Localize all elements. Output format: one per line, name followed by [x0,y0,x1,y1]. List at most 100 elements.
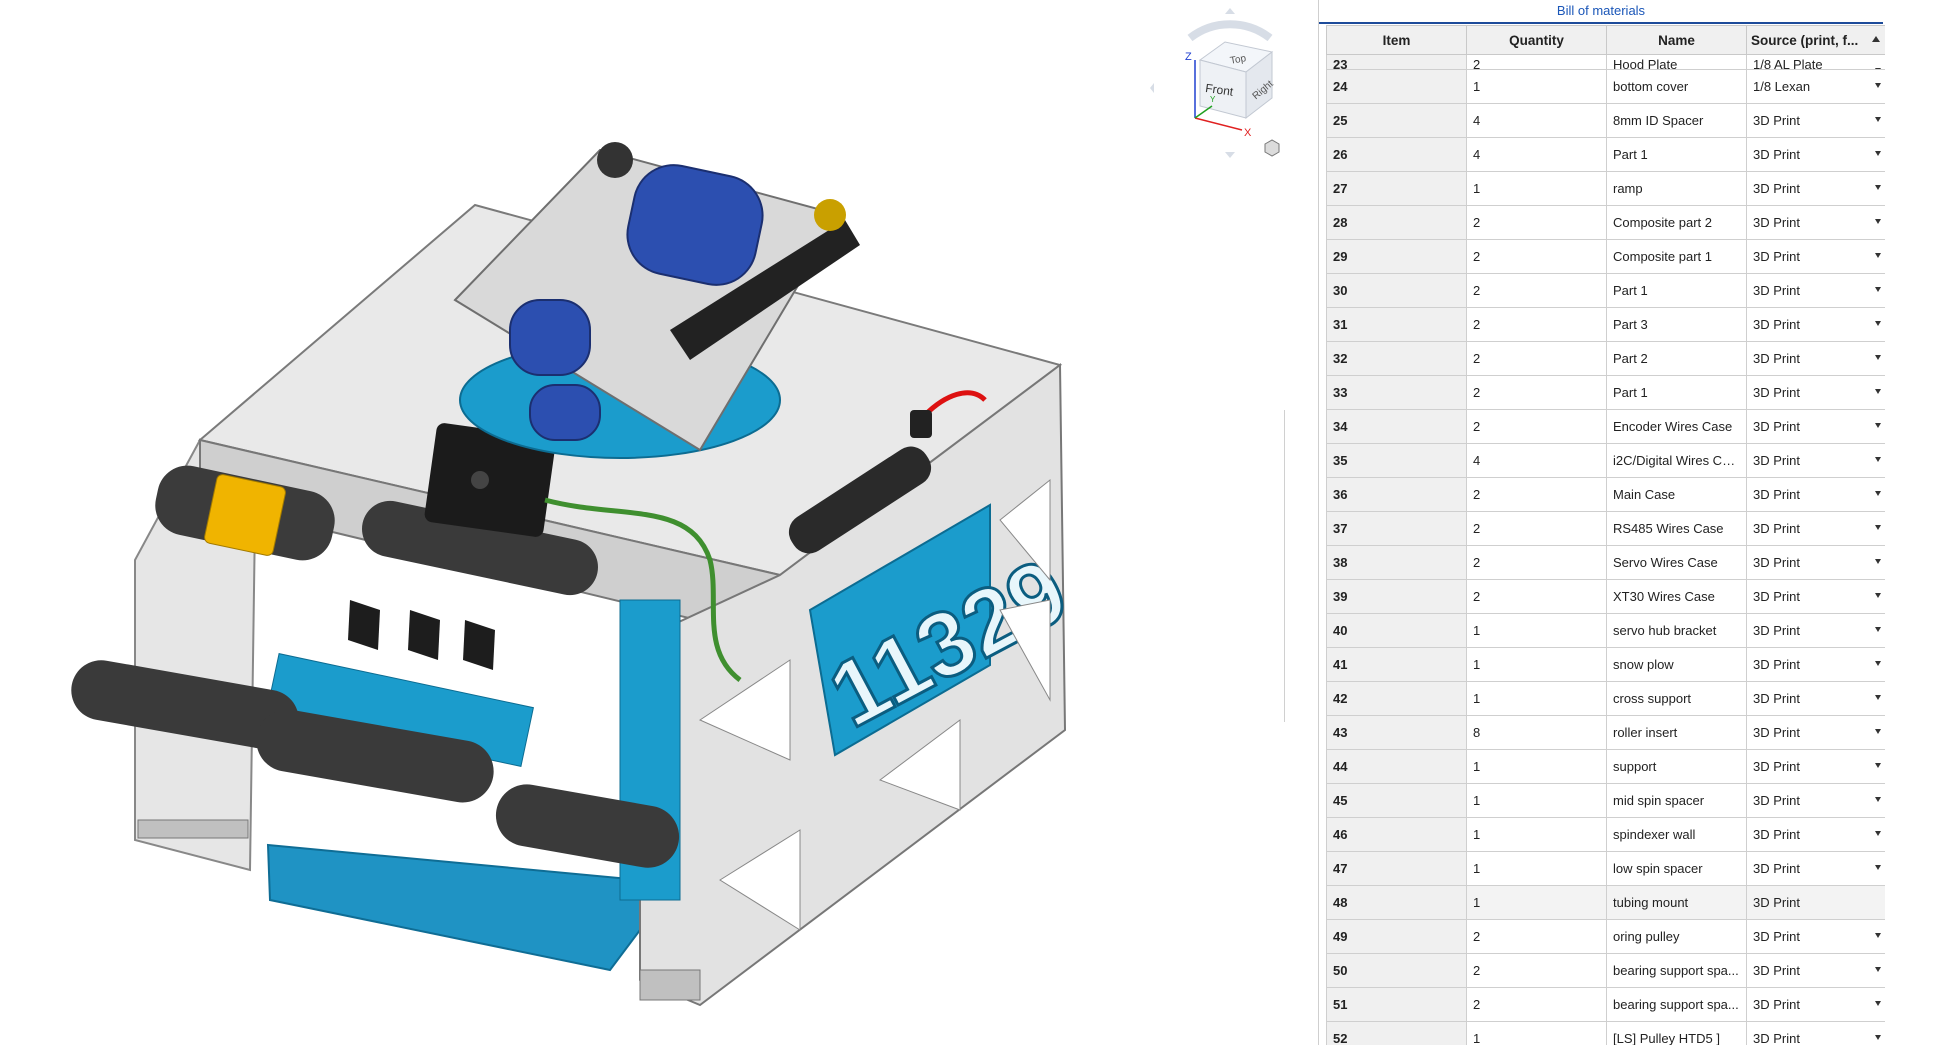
cell-source[interactable]: 3D Print [1746,307,1885,342]
cell-source[interactable]: 3D Print [1746,681,1885,716]
robot-model[interactable]: 11329 [0,0,1285,1045]
table-row[interactable]: 36 2 Main Case 3D Print [1326,477,1885,512]
chevron-down-icon[interactable] [1875,253,1881,258]
chevron-down-icon[interactable] [1875,83,1881,88]
column-header-quantity[interactable]: Quantity [1466,25,1607,55]
cell-source[interactable]: 3D Print [1746,715,1885,750]
table-row[interactable]: 29 2 Composite part 1 3D Print [1326,239,1885,274]
cell-source[interactable]: 3D Print [1746,1021,1885,1045]
cell-source[interactable]: 3D Print [1746,511,1885,546]
chevron-down-icon[interactable] [1875,729,1881,734]
chevron-down-icon[interactable] [1875,389,1881,394]
cell-source[interactable]: 3D Print [1746,647,1885,682]
table-row[interactable]: 28 2 Composite part 2 3D Print [1326,205,1885,240]
chevron-down-icon[interactable] [1875,151,1881,156]
table-row[interactable]: 32 2 Part 2 3D Print [1326,341,1885,376]
cell-source[interactable]: 3D Print [1746,987,1885,1022]
cell-source[interactable]: 3D Print [1746,613,1885,648]
table-row[interactable]: 27 1 ramp 3D Print [1326,171,1885,206]
chevron-down-icon[interactable] [1875,219,1881,224]
chevron-down-icon[interactable] [1875,831,1881,836]
table-row[interactable]: 42 1 cross support 3D Print [1326,681,1885,716]
cell-source[interactable]: 3D Print [1746,783,1885,818]
chevron-down-icon[interactable] [1875,593,1881,598]
cell-source[interactable]: 3D Print [1746,273,1885,308]
chevron-down-icon[interactable] [1875,423,1881,428]
cell-source[interactable]: 1/8 AL Plate [1746,54,1885,70]
chevron-down-icon[interactable] [1875,933,1881,938]
column-header-item[interactable]: Item [1326,25,1467,55]
table-row[interactable]: 44 1 support 3D Print [1326,749,1885,784]
view-cube[interactable]: Top Front Right Z X Y [1150,8,1285,158]
table-row[interactable]: 52 1 [LS] Pulley HTD5 ] 3D Print [1326,1021,1885,1045]
cell-source[interactable]: 3D Print [1746,953,1885,988]
sort-ascending-icon[interactable] [1872,36,1880,42]
table-row[interactable]: 24 1 bottom cover 1/8 Lexan [1326,69,1885,104]
cell-source[interactable]: 3D Print [1746,749,1885,784]
table-row[interactable]: 39 2 XT30 Wires Case 3D Print [1326,579,1885,614]
cell-source[interactable]: 3D Print [1746,817,1885,852]
table-row[interactable]: 25 4 8mm ID Spacer 3D Print [1326,103,1885,138]
ramp-plate[interactable] [266,843,641,972]
table-row[interactable]: 33 2 Part 1 3D Print [1326,375,1885,410]
chevron-down-icon[interactable] [1875,491,1881,496]
chevron-down-icon[interactable] [1875,1001,1881,1006]
chevron-down-icon[interactable] [1875,559,1881,564]
chevron-down-icon[interactable] [1875,355,1881,360]
table-row[interactable]: 46 1 spindexer wall 3D Print [1326,817,1885,852]
table-row[interactable]: 41 1 snow plow 3D Print [1326,647,1885,682]
cell-source[interactable]: 3D Print [1746,579,1885,614]
table-row[interactable]: 38 2 Servo Wires Case 3D Print [1326,545,1885,580]
chevron-down-icon[interactable] [1875,1035,1881,1040]
cell-source-text: 3D Print [1753,487,1800,502]
table-row[interactable]: 47 1 low spin spacer 3D Print [1326,851,1885,886]
cell-source[interactable]: 3D Print [1746,409,1885,444]
cell-source[interactable]: 3D Print [1746,477,1885,512]
table-row[interactable]: 30 2 Part 1 3D Print [1326,273,1885,308]
table-row[interactable]: 49 2 oring pulley 3D Print [1326,919,1885,954]
cell-source[interactable]: 3D Print [1746,171,1885,206]
table-row[interactable]: 26 4 Part 1 3D Print [1326,137,1885,172]
chevron-down-icon[interactable] [1875,661,1881,666]
table-row[interactable]: 23 2 Hood Plate 1/8 AL Plate [1326,54,1885,70]
cell-source[interactable]: 3D Print [1746,885,1885,920]
cell-source[interactable]: 1/8 Lexan [1746,69,1885,104]
chevron-down-icon[interactable] [1875,967,1881,972]
cell-source[interactable]: 3D Print [1746,103,1885,138]
column-header-source[interactable]: Source (print, f... [1746,25,1885,55]
cell-source[interactable]: 3D Print [1746,919,1885,954]
cell-source[interactable]: 3D Print [1746,443,1885,478]
cell-source[interactable]: 3D Print [1746,375,1885,410]
table-row[interactable]: 34 2 Encoder Wires Case 3D Print [1326,409,1885,444]
cell-source[interactable]: 3D Print [1746,239,1885,274]
chevron-down-icon[interactable] [1875,865,1881,870]
chevron-down-icon[interactable] [1875,797,1881,802]
cell-source[interactable]: 3D Print [1746,851,1885,886]
view-options-icon[interactable] [1264,139,1285,157]
column-header-name[interactable]: Name [1606,25,1747,55]
table-row[interactable]: 45 1 mid spin spacer 3D Print [1326,783,1885,818]
graphics-viewport[interactable]: 11329 Top Front Right Z X Y [0,0,1285,1045]
chevron-down-icon[interactable] [1875,763,1881,768]
cell-quantity: 2 [1466,341,1607,376]
table-row[interactable]: 43 8 roller insert 3D Print [1326,715,1885,750]
table-row[interactable]: 50 2 bearing support spa... 3D Print [1326,953,1885,988]
chevron-down-icon[interactable] [1875,321,1881,326]
chevron-down-icon[interactable] [1875,117,1881,122]
table-row[interactable]: 40 1 servo hub bracket 3D Print [1326,613,1885,648]
chevron-down-icon[interactable] [1875,185,1881,190]
chevron-down-icon[interactable] [1875,627,1881,632]
chevron-down-icon[interactable] [1875,695,1881,700]
chevron-down-icon[interactable] [1875,525,1881,530]
cell-source[interactable]: 3D Print [1746,205,1885,240]
cell-source[interactable]: 3D Print [1746,137,1885,172]
chevron-down-icon[interactable] [1875,457,1881,462]
cell-source[interactable]: 3D Print [1746,341,1885,376]
cell-source[interactable]: 3D Print [1746,545,1885,580]
table-row[interactable]: 48 1 tubing mount 3D Print [1326,885,1885,920]
chevron-down-icon[interactable] [1875,287,1881,292]
table-row[interactable]: 37 2 RS485 Wires Case 3D Print [1326,511,1885,546]
table-row[interactable]: 31 2 Part 3 3D Print [1326,307,1885,342]
table-row[interactable]: 51 2 bearing support spa... 3D Print [1326,987,1885,1022]
table-row[interactable]: 35 4 i2C/Digital Wires Ca... 3D Print [1326,443,1885,478]
